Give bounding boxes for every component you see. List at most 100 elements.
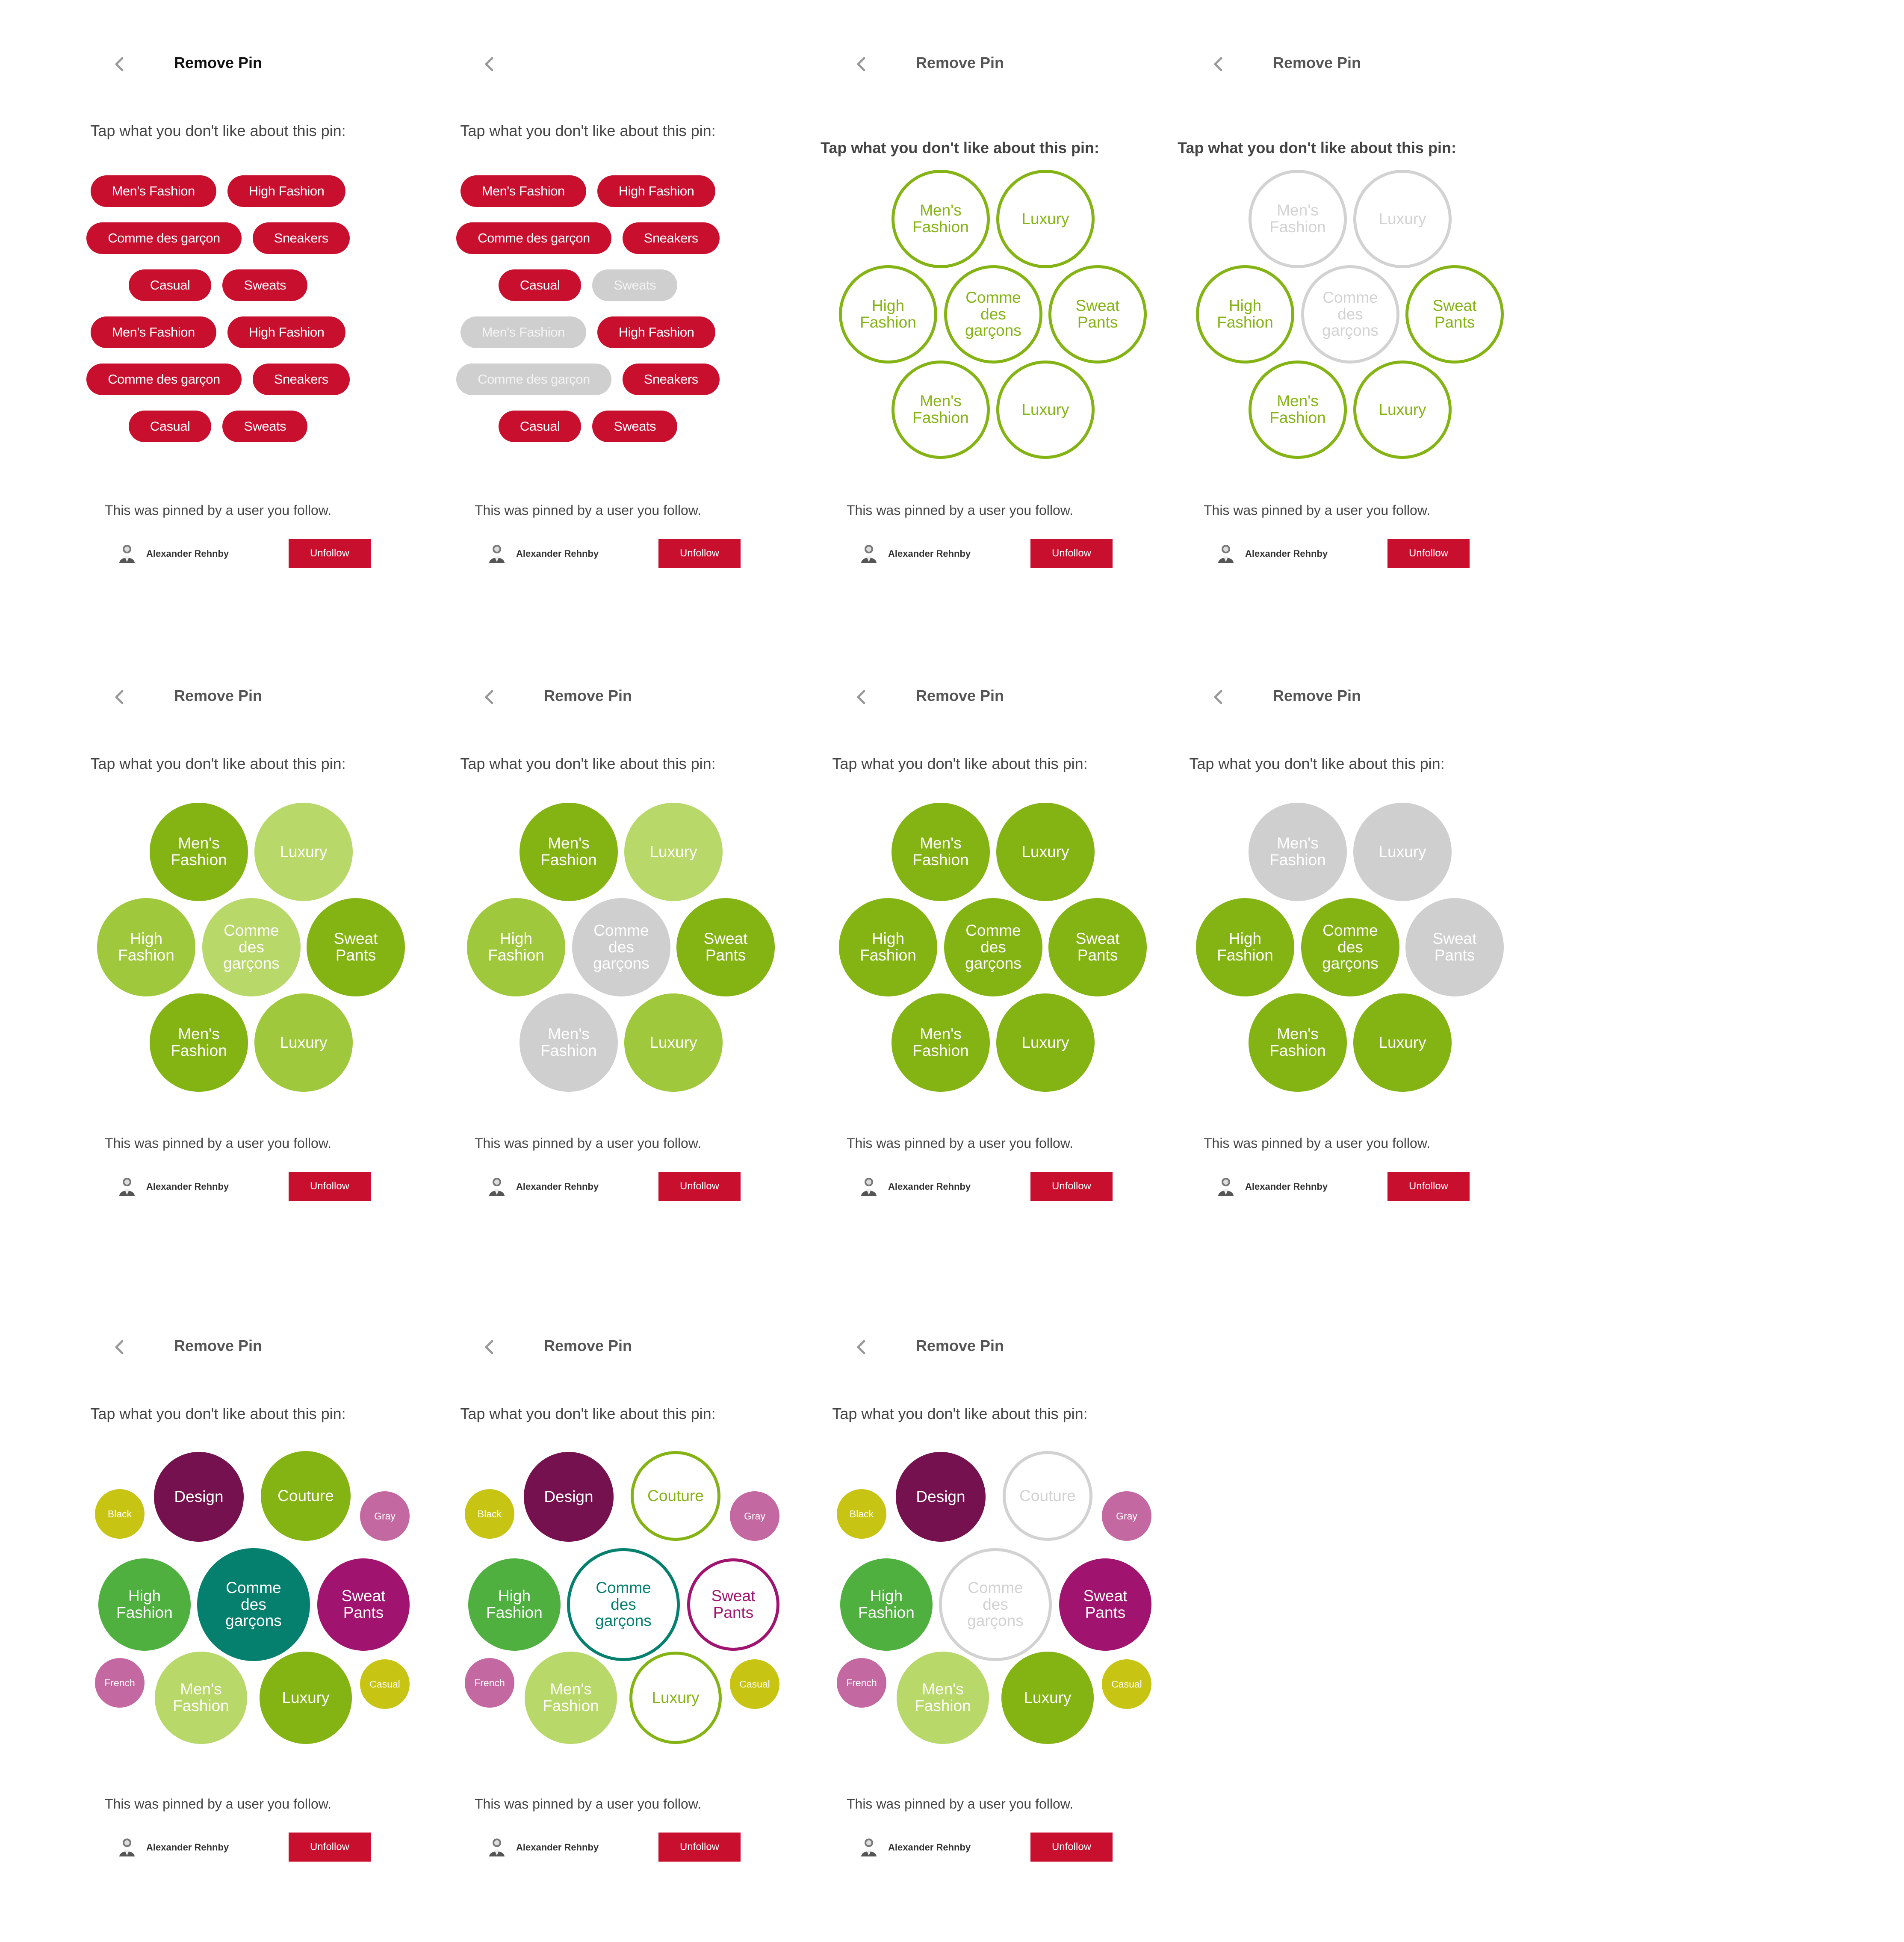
- tag-bubble[interactable]: Men's Fashion: [891, 993, 990, 1092]
- unfollow-button[interactable]: Unfollow: [658, 1172, 741, 1201]
- tag-chip[interactable]: Men's Fashion: [90, 175, 216, 207]
- unfollow-button[interactable]: Unfollow: [1030, 539, 1113, 568]
- unfollow-button[interactable]: Unfollow: [1387, 1172, 1470, 1201]
- tag-chip[interactable]: Comme des garçon: [456, 222, 611, 254]
- unfollow-button[interactable]: Unfollow: [289, 539, 371, 568]
- tag-bubble[interactable]: Comme des garçons: [202, 898, 301, 996]
- tag-bubble[interactable]: Black: [95, 1489, 145, 1539]
- tag-chip[interactable]: Men's Fashion: [90, 316, 216, 348]
- tag-bubble[interactable]: Luxury: [1353, 170, 1452, 268]
- tag-bubble[interactable]: Men's Fashion: [150, 803, 248, 901]
- tag-bubble[interactable]: Couture: [1003, 1451, 1092, 1541]
- tag-bubble[interactable]: High Fashion: [1196, 265, 1294, 364]
- unfollow-button[interactable]: Unfollow: [1387, 539, 1470, 568]
- tag-bubble[interactable]: Comme des garçons: [572, 898, 670, 996]
- tag-bubble[interactable]: Comme des garçons: [1301, 265, 1399, 364]
- tag-bubble[interactable]: Luxury: [260, 1652, 352, 1744]
- tag-bubble[interactable]: Comme des garçons: [197, 1548, 310, 1661]
- tag-chip[interactable]: High Fashion: [597, 175, 716, 207]
- tag-bubble[interactable]: Men's Fashion: [1249, 361, 1347, 459]
- tag-bubble[interactable]: Luxury: [996, 170, 1095, 268]
- tag-bubble[interactable]: Sweat Pants: [1048, 265, 1147, 364]
- tag-bubble[interactable]: Sweat Pants: [317, 1558, 410, 1651]
- tag-bubble[interactable]: Luxury: [996, 993, 1095, 1092]
- tag-bubble[interactable]: French: [837, 1658, 886, 1708]
- tag-bubble[interactable]: Men's Fashion: [1249, 803, 1347, 901]
- tag-bubble[interactable]: Sweat Pants: [676, 898, 775, 996]
- tag-bubble[interactable]: Men's Fashion: [1249, 170, 1347, 268]
- tag-chip[interactable]: Men's Fashion: [460, 175, 586, 207]
- tag-bubble[interactable]: Luxury: [1001, 1652, 1094, 1744]
- tag-bubble[interactable]: Men's Fashion: [891, 170, 990, 268]
- tag-chip[interactable]: Sneakers: [252, 222, 350, 254]
- tag-bubble[interactable]: Couture: [631, 1451, 720, 1541]
- tag-bubble[interactable]: Black: [837, 1489, 886, 1539]
- tag-chip[interactable]: High Fashion: [227, 175, 346, 207]
- tag-bubble[interactable]: Comme des garçons: [939, 1548, 1052, 1661]
- tag-bubble[interactable]: Casual: [1102, 1659, 1151, 1709]
- tag-bubble[interactable]: Gray: [730, 1491, 779, 1541]
- tag-chip[interactable]: Sneakers: [622, 364, 720, 395]
- tag-bubble[interactable]: High Fashion: [468, 1558, 561, 1651]
- tag-bubble[interactable]: Comme des garçons: [567, 1548, 680, 1661]
- unfollow-button[interactable]: Unfollow: [289, 1833, 371, 1862]
- tag-bubble[interactable]: Comme des garçons: [944, 265, 1042, 364]
- chevron-left-icon[interactable]: [481, 56, 498, 73]
- tag-bubble[interactable]: Luxury: [1353, 803, 1452, 901]
- unfollow-button[interactable]: Unfollow: [289, 1172, 371, 1201]
- tag-bubble[interactable]: Men's Fashion: [155, 1652, 247, 1744]
- tag-bubble[interactable]: Luxury: [254, 803, 353, 901]
- tag-bubble[interactable]: Men's Fashion: [150, 993, 248, 1092]
- unfollow-button[interactable]: Unfollow: [1030, 1172, 1113, 1201]
- tag-chip[interactable]: Casual: [128, 411, 212, 442]
- tag-chip[interactable]: Casual: [128, 269, 212, 301]
- tag-bubble[interactable]: Sweat Pants: [1405, 898, 1504, 996]
- tag-bubble[interactable]: High Fashion: [839, 898, 937, 996]
- tag-bubble[interactable]: Comme des garçons: [944, 898, 1042, 996]
- tag-bubble[interactable]: Sweat Pants: [1405, 265, 1504, 364]
- tag-bubble[interactable]: Couture: [261, 1451, 351, 1541]
- tag-bubble[interactable]: Design: [154, 1452, 244, 1542]
- tag-chip[interactable]: Men's Fashion: [460, 316, 586, 348]
- tag-bubble[interactable]: Men's Fashion: [520, 993, 618, 1092]
- tag-chip[interactable]: High Fashion: [597, 316, 716, 348]
- tag-chip[interactable]: Sweats: [222, 269, 308, 301]
- tag-bubble[interactable]: Luxury: [1353, 361, 1452, 459]
- tag-chip[interactable]: Sweats: [592, 411, 678, 442]
- tag-bubble[interactable]: Gray: [1102, 1491, 1151, 1541]
- tag-bubble[interactable]: High Fashion: [97, 898, 195, 996]
- tag-chip[interactable]: Casual: [498, 411, 582, 442]
- tag-chip[interactable]: Sweats: [592, 269, 678, 301]
- tag-bubble[interactable]: Men's Fashion: [525, 1652, 617, 1744]
- tag-bubble[interactable]: Men's Fashion: [1249, 993, 1347, 1092]
- tag-bubble[interactable]: High Fashion: [1196, 898, 1294, 996]
- tag-bubble[interactable]: Men's Fashion: [891, 361, 990, 459]
- tag-bubble[interactable]: Luxury: [996, 803, 1095, 901]
- tag-chip[interactable]: Comme des garçon: [456, 364, 611, 395]
- tag-bubble[interactable]: French: [465, 1658, 514, 1708]
- tag-bubble[interactable]: Men's Fashion: [520, 803, 618, 901]
- tag-chip[interactable]: Sweats: [222, 411, 308, 442]
- tag-bubble[interactable]: High Fashion: [467, 898, 565, 996]
- tag-bubble[interactable]: Sweat Pants: [307, 898, 405, 996]
- tag-bubble[interactable]: Gray: [360, 1491, 410, 1541]
- tag-bubble[interactable]: Black: [465, 1489, 514, 1539]
- tag-bubble[interactable]: Luxury: [254, 993, 353, 1092]
- tag-bubble[interactable]: High Fashion: [840, 1558, 933, 1651]
- tag-bubble[interactable]: High Fashion: [98, 1558, 191, 1651]
- tag-bubble[interactable]: Luxury: [1353, 993, 1452, 1092]
- tag-bubble[interactable]: Luxury: [996, 361, 1095, 459]
- tag-chip[interactable]: Comme des garçon: [86, 222, 242, 254]
- tag-bubble[interactable]: Luxury: [629, 1652, 722, 1744]
- tag-chip[interactable]: Casual: [498, 269, 582, 301]
- tag-chip[interactable]: High Fashion: [227, 316, 346, 348]
- tag-bubble[interactable]: Design: [524, 1452, 614, 1542]
- tag-bubble[interactable]: Sweat Pants: [1059, 1558, 1151, 1651]
- unfollow-button[interactable]: Unfollow: [658, 539, 741, 568]
- tag-bubble[interactable]: Men's Fashion: [897, 1652, 989, 1744]
- tag-bubble[interactable]: Comme des garçons: [1301, 898, 1399, 996]
- tag-bubble[interactable]: Sweat Pants: [1048, 898, 1147, 996]
- tag-chip[interactable]: Sneakers: [252, 364, 350, 395]
- tag-bubble[interactable]: Men's Fashion: [891, 803, 990, 901]
- tag-bubble[interactable]: Luxury: [624, 993, 723, 1092]
